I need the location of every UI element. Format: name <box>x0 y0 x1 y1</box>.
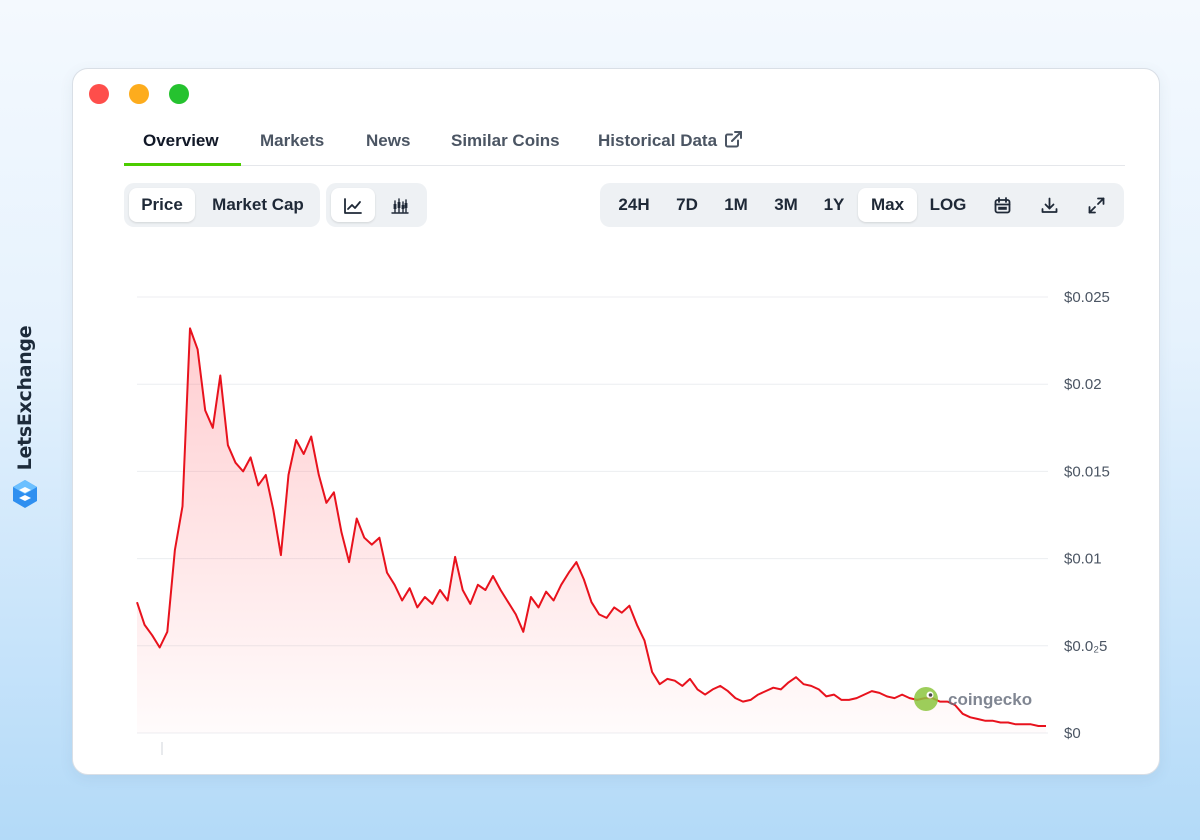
brand-name: LetsExchange <box>14 325 36 471</box>
coingecko-wordmark: coingecko <box>948 690 1032 709</box>
price-area-fill <box>137 328 1046 733</box>
brand-sidebar: LetsExchange <box>0 320 50 520</box>
y-axis-tick-label: $0.01 <box>1064 551 1102 568</box>
letsexchange-logo-icon <box>13 480 37 508</box>
y-axis-tick-label: $0 <box>1064 725 1081 742</box>
y-axis-tick-label: $0.025 <box>1064 289 1110 306</box>
price-chart: $0 $0.0₂5 $0.01 $0.015 $0.02 $0.025 coingecko <box>136 289 1110 755</box>
coingecko-watermark: coingecko <box>914 687 1032 711</box>
app-window: Overview Markets News Similar Coins Hist… <box>72 68 1160 775</box>
y-axis-tick-label: $0.0₂5 <box>1064 638 1107 655</box>
y-axis-tick-label: $0.02 <box>1064 376 1102 393</box>
coingecko-logo-icon <box>914 687 938 711</box>
y-axis-tick-label: $0.015 <box>1064 463 1110 480</box>
